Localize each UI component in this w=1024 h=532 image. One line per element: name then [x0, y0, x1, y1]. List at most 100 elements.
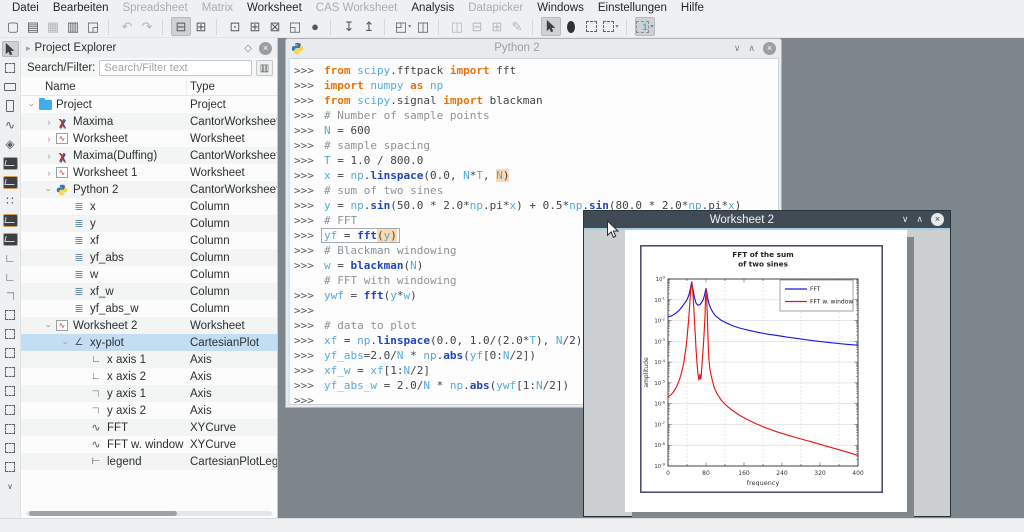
print-icon[interactable]: ▥: [63, 17, 83, 36]
menu-spreadsheet[interactable]: Spreadsheet: [116, 0, 193, 16]
split-top-bottom-icon[interactable]: ⊟: [467, 17, 487, 36]
redo-icon[interactable]: ↷: [137, 17, 157, 36]
menu-bearbeiten[interactable]: Bearbeiten: [47, 0, 115, 16]
select-icon[interactable]: [2, 41, 19, 57]
menu-datapicker[interactable]: Datapicker: [462, 0, 529, 16]
fit-to-height-icon[interactable]: ◫: [413, 17, 433, 36]
select-and-edit-mode-icon[interactable]: [541, 17, 561, 36]
scrollbar-thumb[interactable]: [29, 511, 177, 516]
split-left-right-icon[interactable]: ◫: [447, 17, 467, 36]
new-plot-boxed-icon[interactable]: [2, 231, 19, 247]
fft-plot[interactable]: 08016024032040010010-110-210-310-410-510…: [640, 245, 883, 493]
tree-row-fft[interactable]: ∿FFTXYCurve: [21, 419, 277, 436]
close-window-icon[interactable]: ×: [763, 42, 776, 55]
new-project-icon[interactable]: ▢: [3, 17, 23, 36]
zoom-select-icon[interactable]: [2, 60, 19, 76]
menu-einstellungen[interactable]: Einstellungen: [592, 0, 673, 16]
tree-row-fft-w-window[interactable]: ∿FFT w. windowXYCurve: [21, 436, 277, 453]
expander-icon[interactable]: ›: [44, 185, 54, 195]
new-scatter-icon[interactable]: ∷: [2, 193, 19, 209]
edit-note-icon[interactable]: ✎: [507, 17, 527, 36]
menu-cas-worksheet[interactable]: CAS Worksheet: [310, 0, 404, 16]
new-spreadsheet-icon[interactable]: ⊞: [245, 17, 265, 36]
minimize-window-icon[interactable]: ∨: [902, 214, 909, 225]
resize-horizontal-icon[interactable]: [2, 79, 19, 95]
zoom-y-icon[interactable]: [2, 383, 19, 399]
worksheet-page[interactable]: 08016024032040010010-110-210-310-410-510…: [625, 230, 907, 512]
zoom-x-icon[interactable]: [2, 364, 19, 380]
float-panel-icon[interactable]: ◇: [244, 43, 252, 54]
shift-right-icon[interactable]: [2, 402, 19, 418]
tree-row-y-axis-2[interactable]: ∟y axis 2Axis: [21, 402, 277, 419]
python-window-titlebar[interactable]: Python 2 ∨ ∧ ×: [286, 39, 781, 57]
tree-row-y[interactable]: ≣yColumn: [21, 215, 277, 232]
minimize-window-icon[interactable]: ∨: [734, 43, 741, 54]
dropdown-caret-icon[interactable]: ▾: [615, 23, 618, 30]
tree-row-x[interactable]: ≣xColumn: [21, 198, 277, 215]
zoom-fit-icon[interactable]: [2, 307, 19, 323]
toggle-project-explorer-icon[interactable]: ⊟: [171, 17, 191, 36]
new-cantor-worksheet-icon[interactable]: ⊡: [225, 17, 245, 36]
export-icon[interactable]: ↥: [359, 17, 379, 36]
presenter-mode-icon[interactable]: 1▾: [635, 17, 655, 36]
worksheet-window-titlebar[interactable]: Worksheet 2 ∨ ∧ ×: [584, 211, 950, 230]
close-panel-icon[interactable]: ×: [259, 42, 272, 55]
tree-row-yf-abs-w[interactable]: ≣yf_abs_wColumn: [21, 300, 277, 317]
new-datapicker-icon[interactable]: ●: [305, 17, 325, 36]
zoom-out-icon[interactable]: [2, 345, 19, 361]
resize-vertical-icon[interactable]: [2, 98, 19, 114]
toggle-properties-explorer-icon[interactable]: ⊞: [191, 17, 211, 36]
tree-row-xf-w[interactable]: ≣xf_wColumn: [21, 283, 277, 300]
tree-row-worksheet-2[interactable]: ›∿Worksheet 2Worksheet: [21, 317, 277, 334]
new-plot-two-axes-icon[interactable]: [2, 174, 19, 190]
zoom-select-mode-icon[interactable]: [581, 17, 601, 36]
new-y-axis-icon[interactable]: ∟: [2, 288, 19, 304]
column-header-type[interactable]: Type: [187, 78, 277, 95]
new-x-axis-icon[interactable]: ∟: [2, 269, 19, 285]
close-window-icon[interactable]: ×: [931, 213, 944, 226]
menu-worksheet[interactable]: Worksheet: [241, 0, 308, 16]
save-project-icon[interactable]: ▦: [43, 17, 63, 36]
tree-horizontal-scrollbar[interactable]: [21, 508, 277, 518]
search-filter-input[interactable]: [99, 60, 252, 76]
tree-row-xf[interactable]: ≣xfColumn: [21, 232, 277, 249]
tree-row-x-axis-1[interactable]: ∟x axis 1Axis: [21, 351, 277, 368]
new-worksheet-icon[interactable]: ◱: [285, 17, 305, 36]
menu-windows[interactable]: Windows: [531, 0, 590, 16]
expander-icon[interactable]: ›: [44, 321, 54, 331]
tree-row-y-axis-1[interactable]: ∟y axis 1Axis: [21, 385, 277, 402]
expander-icon[interactable]: ›: [27, 100, 37, 110]
expander-icon[interactable]: ›: [44, 134, 54, 144]
new-xy-curve-icon[interactable]: ∿: [2, 117, 19, 133]
column-header-name[interactable]: Name: [21, 78, 187, 95]
new-histogram-icon[interactable]: ◈: [2, 136, 19, 152]
new-plot-four-axes-icon[interactable]: [2, 155, 19, 171]
new-plot-area-icon[interactable]: ◰▾: [393, 17, 413, 36]
maximize-window-icon[interactable]: ∧: [748, 43, 755, 54]
shift-down-icon[interactable]: [2, 459, 19, 475]
expander-icon[interactable]: ›: [61, 338, 71, 348]
import-file-icon[interactable]: ↧: [339, 17, 359, 36]
zoom-in-icon[interactable]: [2, 326, 19, 342]
tree-row-project[interactable]: ›ProjectProject: [21, 96, 277, 113]
dropdown-caret-icon[interactable]: ▾: [408, 23, 411, 30]
new-matrix-icon[interactable]: ⊠: [265, 17, 285, 36]
menu-analysis[interactable]: Analysis: [405, 0, 460, 16]
expander-icon[interactable]: ›: [44, 117, 54, 127]
tree-row-yf-abs[interactable]: ≣yf_absColumn: [21, 249, 277, 266]
maximize-window-icon[interactable]: ∧: [916, 214, 923, 225]
expander-icon[interactable]: ›: [44, 168, 54, 178]
tree-row-worksheet-1[interactable]: ›∿Worksheet 1Worksheet: [21, 164, 277, 181]
new-axis-icon[interactable]: ∟: [2, 250, 19, 266]
shift-left-icon[interactable]: [2, 421, 19, 437]
tree-row-x-axis-2[interactable]: ∟x axis 2Axis: [21, 368, 277, 385]
zoom-select-mode-2-icon[interactable]: ▾: [601, 17, 621, 36]
undo-icon[interactable]: ↶: [117, 17, 137, 36]
split-grid-icon[interactable]: ⊞: [487, 17, 507, 36]
shift-up-icon[interactable]: [2, 440, 19, 456]
tree-row-worksheet[interactable]: ›∿WorksheetWorksheet: [21, 130, 277, 147]
current-command-box[interactable]: yf = fft(y): [321, 228, 400, 243]
menu-matrix[interactable]: Matrix: [196, 0, 239, 16]
expander-icon[interactable]: ›: [44, 151, 54, 161]
filter-options-icon[interactable]: ▥: [256, 60, 273, 76]
